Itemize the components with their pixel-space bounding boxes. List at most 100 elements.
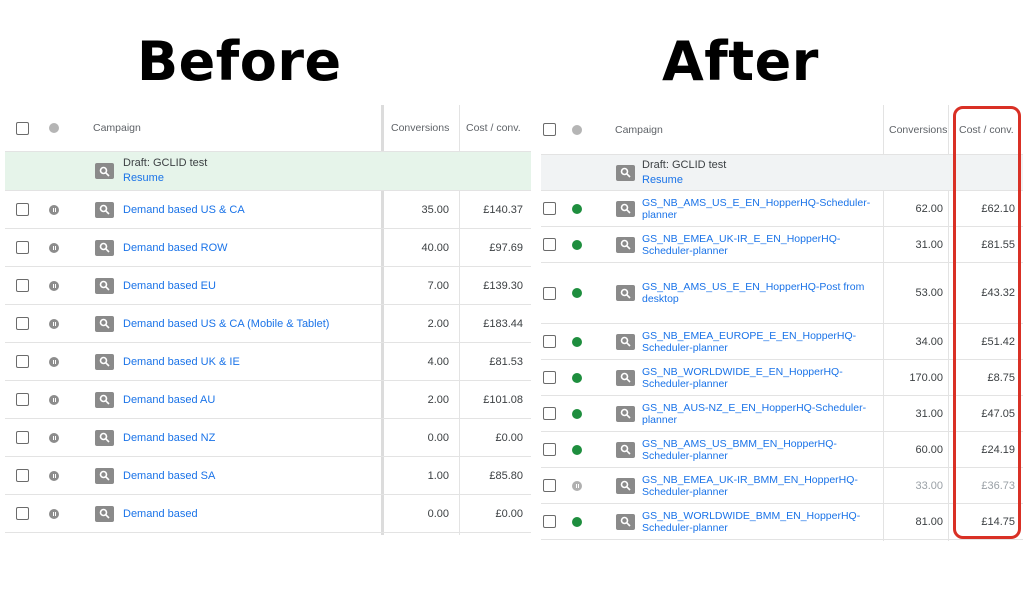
table-row[interactable]: GS_NB_EMEA_UK-IR_E_EN_HopperHQ- Scheduler…	[541, 227, 1023, 263]
campaign-name-link[interactable]: Demand based US & CA (Mobile & Tablet)	[123, 305, 329, 342]
campaign-column-header[interactable]: Campaign	[93, 105, 141, 151]
table-row[interactable]: Demand based 0.00 £0.00	[5, 495, 531, 533]
campaign-name-link[interactable]: Demand based US & CA	[123, 191, 245, 228]
search-icon	[95, 239, 114, 256]
table-row[interactable]: GS_NB_AMS_US_E_EN_HopperHQ-Post from desk…	[541, 263, 1023, 324]
enabled-status-icon	[572, 239, 582, 250]
conversions-value: 0.00	[427, 507, 449, 520]
draft-row: Draft: GCLID test Resume	[541, 155, 1023, 191]
campaign-name-link[interactable]: Demand based SA	[123, 457, 215, 494]
campaign-name-line: GS_NB_AMS_US_E_EN_HopperHQ-Scheduler-	[642, 196, 871, 209]
table-row[interactable]: GS_NB_AMS_US_E_EN_HopperHQ-Scheduler-pla…	[541, 191, 1023, 227]
cost-conv-value: £81.53	[489, 355, 523, 368]
table-row[interactable]: Demand based SA 1.00 £85.80	[5, 457, 531, 495]
campaign-column-header[interactable]: Campaign	[615, 105, 663, 154]
table-row[interactable]: Demand based US & CA 35.00 £140.37	[5, 191, 531, 229]
conversions-column-header[interactable]: Conversions	[391, 105, 449, 151]
campaign-name-link[interactable]: Demand based AU	[123, 381, 215, 418]
cost-conv-column-header[interactable]: Cost / conv.	[466, 105, 521, 151]
paused-status-icon	[49, 394, 59, 405]
row-checkbox[interactable]	[16, 241, 29, 254]
cost-conv-highlight-box	[953, 106, 1021, 539]
campaign-name-link[interactable]: Demand based EU	[123, 267, 216, 304]
row-checkbox[interactable]	[16, 507, 29, 520]
row-checkbox[interactable]	[16, 317, 29, 330]
campaign-name-link[interactable]: GS_NB_WORLDWIDE_E_EN_HopperHQ- Scheduler-…	[642, 360, 872, 395]
resume-link[interactable]: Resume	[123, 171, 164, 186]
conversions-value: 53.00	[915, 287, 943, 299]
enabled-status-icon	[572, 203, 582, 214]
table-row[interactable]: GS_NB_AUS-NZ_E_EN_HopperHQ-Scheduler-pla…	[541, 396, 1023, 432]
campaign-name-line: Scheduler-planner	[642, 485, 728, 498]
campaign-name-link[interactable]: GS_NB_WORLDWIDE_BMM_EN_HopperHQ- Schedule…	[642, 504, 872, 539]
campaign-name-line: Scheduler-planner	[642, 521, 728, 534]
status-header-icon	[572, 124, 582, 135]
resume-link[interactable]: Resume	[642, 173, 683, 188]
campaign-name-link[interactable]: Demand based NZ	[123, 419, 215, 456]
row-checkbox[interactable]	[543, 238, 556, 251]
table-row[interactable]: GS_NB_WORLDWIDE_BMM_EN_HopperHQ- Schedule…	[541, 504, 1023, 540]
conversions-value: 62.00	[915, 202, 943, 215]
table-row[interactable]: GS_NB_EMEA_EUROPE_E_EN_HopperHQ- Schedule…	[541, 324, 1023, 360]
campaign-name-link[interactable]: Demand based ROW	[123, 229, 228, 266]
search-icon	[616, 236, 635, 253]
table-row[interactable]: Demand based NZ 0.00 £0.00	[5, 419, 531, 457]
search-icon	[95, 505, 114, 522]
select-all-checkbox[interactable]	[16, 121, 29, 135]
table-row[interactable]: GS_NB_AMS_US_BMM_EN_HopperHQ- Scheduler-p…	[541, 432, 1023, 468]
row-checkbox[interactable]	[16, 469, 29, 482]
conversions-value: 33.00	[915, 479, 943, 492]
cost-conv-value: £97.69	[489, 241, 523, 254]
campaign-name-link[interactable]: GS_NB_AMS_US_E_EN_HopperHQ-Post from desk…	[642, 263, 872, 323]
row-checkbox[interactable]	[543, 371, 556, 384]
row-checkbox[interactable]	[16, 279, 29, 292]
conversions-column-header[interactable]: Conversions	[889, 105, 947, 154]
search-icon	[95, 201, 114, 218]
table-row[interactable]: Demand based EU 7.00 £139.30	[5, 267, 531, 305]
enabled-status-icon	[572, 408, 582, 419]
conversions-value: 1.00	[427, 469, 449, 482]
select-all-checkbox[interactable]	[543, 123, 556, 136]
campaign-name-link[interactable]: GS_NB_EMEA_EUROPE_E_EN_HopperHQ- Schedule…	[642, 324, 872, 359]
conversions-value: 31.00	[915, 238, 943, 251]
enabled-status-icon	[572, 288, 582, 298]
conversions-value: 170.00	[909, 371, 943, 384]
conversions-value: 40.00	[421, 241, 449, 254]
paused-status-icon	[49, 432, 59, 443]
table-row[interactable]: Demand based AU 2.00 £101.08	[5, 381, 531, 419]
conversions-value: 2.00	[427, 393, 449, 406]
paused-status-icon	[49, 204, 59, 215]
table-row[interactable]: GS_NB_EMEA_UK-IR_BMM_EN_HopperHQ- Schedul…	[541, 468, 1023, 504]
table-row[interactable]: GS_NB_WORLDWIDE_E_EN_HopperHQ- Scheduler-…	[541, 360, 1023, 396]
search-icon	[616, 369, 635, 386]
table-row[interactable]: Demand based US & CA (Mobile & Tablet) 2.…	[5, 305, 531, 343]
campaign-name-link[interactable]: GS_NB_AMS_US_BMM_EN_HopperHQ- Scheduler-p…	[642, 432, 872, 467]
conversions-value: 34.00	[915, 335, 943, 348]
search-icon	[616, 441, 635, 458]
campaign-name-link[interactable]: GS_NB_AMS_US_E_EN_HopperHQ-Scheduler-pla…	[642, 191, 872, 226]
campaign-name-link[interactable]: Demand based UK & IE	[123, 343, 240, 380]
row-checkbox[interactable]	[16, 203, 29, 216]
cost-conv-value: £85.80	[489, 469, 523, 482]
campaign-name-link[interactable]: GS_NB_AUS-NZ_E_EN_HopperHQ-Scheduler-pla…	[642, 396, 872, 431]
campaign-name-link[interactable]: GS_NB_EMEA_UK-IR_E_EN_HopperHQ- Scheduler…	[642, 227, 872, 262]
row-checkbox[interactable]	[543, 479, 556, 492]
search-icon	[616, 333, 635, 350]
row-checkbox[interactable]	[16, 393, 29, 406]
row-checkbox[interactable]	[543, 407, 556, 420]
table-row[interactable]: Demand based UK & IE 4.00 £81.53	[5, 343, 531, 381]
row-checkbox[interactable]	[543, 515, 556, 528]
campaign-name-line: Scheduler-planner	[642, 377, 728, 390]
campaign-name-line: GS_NB_AUS-NZ_E_EN_HopperHQ-Scheduler-	[642, 401, 867, 414]
table-row[interactable]: Demand based ROW 40.00 £97.69	[5, 229, 531, 267]
row-checkbox[interactable]	[16, 355, 29, 368]
search-icon	[616, 164, 635, 181]
row-checkbox[interactable]	[543, 443, 556, 456]
row-checkbox[interactable]	[543, 286, 556, 300]
row-checkbox[interactable]	[543, 335, 556, 348]
draft-title: Draft: GCLID test	[642, 158, 727, 171]
campaign-name-link[interactable]: GS_NB_EMEA_UK-IR_BMM_EN_HopperHQ- Schedul…	[642, 468, 872, 503]
campaign-name-link[interactable]: Demand based	[123, 495, 198, 532]
row-checkbox[interactable]	[543, 202, 556, 215]
row-checkbox[interactable]	[16, 431, 29, 444]
